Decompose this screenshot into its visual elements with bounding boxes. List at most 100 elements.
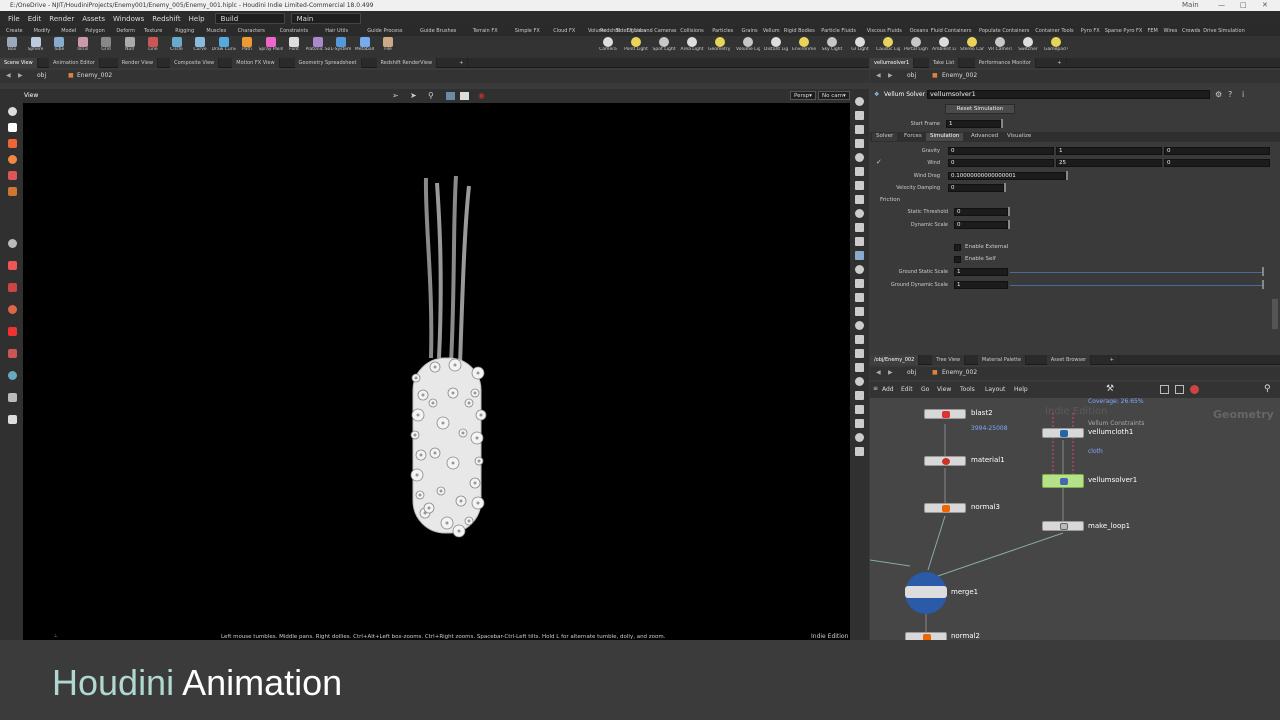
viewport-option-17-icon[interactable] <box>855 321 864 330</box>
net-menu-edit[interactable]: Edit <box>901 386 913 393</box>
tool-grid[interactable]: Grid <box>94 37 118 58</box>
tab-solver[interactable]: Solver <box>872 133 898 141</box>
brush-icon[interactable] <box>8 171 17 180</box>
wind-drag-field[interactable]: 0.10000000000000001 <box>948 172 1066 180</box>
render-icon[interactable] <box>8 415 17 424</box>
tab-composite-view[interactable]: Composite View <box>170 58 220 68</box>
static-threshold-field[interactable]: 0 <box>954 208 1008 216</box>
persp-menu[interactable]: Persp▾ <box>790 91 816 100</box>
tab-tree-view[interactable]: Tree View <box>932 355 966 365</box>
shelf-tab-vellum[interactable]: Vellum <box>761 26 782 36</box>
enable-external-checkbox[interactable] <box>954 244 961 251</box>
tool-tube[interactable]: Tube <box>47 37 71 58</box>
ground-static-field[interactable]: 1 <box>954 268 1008 276</box>
pointer-icon[interactable]: ➤ <box>410 91 417 100</box>
node-make-loop1[interactable] <box>1042 521 1084 531</box>
viewport-option-26-icon[interactable] <box>855 447 864 456</box>
ground-static-slider[interactable] <box>1010 272 1262 273</box>
move-icon[interactable] <box>8 261 17 270</box>
align-icon[interactable] <box>8 393 17 402</box>
tab-motion-fx-view[interactable]: Motion FX View <box>232 58 280 68</box>
shelf-tab-sparse-pyro-fx[interactable]: Sparse Pyro FX <box>1103 26 1145 36</box>
node-vellumsolver1[interactable] <box>1042 474 1084 488</box>
ground-static-thumb[interactable] <box>1262 267 1264 276</box>
add-tab-icon[interactable]: + <box>1053 58 1067 68</box>
viewport-option-3-icon[interactable] <box>855 125 864 134</box>
tool-curve[interactable]: Curve <box>188 37 212 58</box>
viewport-option-8-icon[interactable] <box>855 195 864 204</box>
viewport-option-4-icon[interactable] <box>855 139 864 148</box>
viewport-option-9-icon[interactable] <box>855 209 864 218</box>
shelf-tab-hair-utils[interactable]: Hair Utils <box>323 26 350 36</box>
start-frame-field[interactable]: 1 <box>946 120 1001 128</box>
select-2-icon[interactable] <box>8 123 17 132</box>
enable-self-checkbox[interactable] <box>954 256 961 263</box>
shelf-tab-container-tools[interactable]: Container Tools <box>1033 26 1075 36</box>
viewport-option-24-icon[interactable] <box>855 419 864 428</box>
close-icon[interactable]: ✕ <box>1262 0 1268 11</box>
tool-gamepad-camera[interactable]: Gamepad Camera <box>1044 37 1068 58</box>
tool-path[interactable]: Path <box>235 37 259 58</box>
record-icon[interactable]: ◉ <box>478 91 485 100</box>
viewport-option-12-icon[interactable] <box>855 251 864 260</box>
viewport-option-21-icon[interactable] <box>855 377 864 386</box>
select-tool-icon[interactable]: ➢ <box>392 91 399 100</box>
tab-geometry-spreadsheet[interactable]: Geometry Spreadsheet <box>294 58 362 68</box>
shading-icon[interactable] <box>460 92 469 100</box>
tool-platonic-solids[interactable]: Platonic Solids <box>306 37 330 58</box>
shelf-tab-crowds[interactable]: Crowds <box>1180 26 1202 36</box>
scale-icon[interactable] <box>8 305 17 314</box>
param-scrollbar[interactable] <box>1272 299 1278 329</box>
tool-point-light[interactable]: Point Light <box>624 37 648 58</box>
path-obj[interactable]: obj <box>37 72 46 79</box>
pose-icon[interactable] <box>8 187 17 196</box>
velocity-damping-slider[interactable] <box>1004 183 1006 192</box>
menu-render[interactable]: Render <box>45 15 78 23</box>
tool-gi-light[interactable]: GI Light <box>848 37 872 58</box>
tool-sphere[interactable]: Sphere <box>24 37 48 58</box>
tool-environment-light[interactable]: Environment Light <box>792 37 816 58</box>
shelf-tab-fem[interactable]: FEM <box>1146 26 1160 36</box>
net-menu-help[interactable]: Help <box>1014 386 1028 393</box>
tool-sky-light[interactable]: Sky Light <box>820 37 844 58</box>
tool-draw-curve[interactable]: Draw Curve <box>212 37 236 58</box>
param-path-obj[interactable]: obj <box>907 72 916 79</box>
path-node[interactable]: Enemy_002 <box>77 72 112 79</box>
shelf-tab-simple-fx[interactable]: Simple FX <box>513 26 542 36</box>
tool-area-light[interactable]: Area Light <box>680 37 704 58</box>
viewport-option-16-icon[interactable] <box>855 307 864 316</box>
back-icon[interactable]: ◀ <box>6 72 11 79</box>
help-icon[interactable]: ? <box>1228 90 1232 99</box>
shelf-tab-wires[interactable]: Wires <box>1162 26 1180 36</box>
shelf-tab-polygon[interactable]: Polygon <box>83 26 107 36</box>
menu-edit[interactable]: Edit <box>24 15 46 23</box>
grid-icon[interactable] <box>1160 385 1169 394</box>
node-normal3[interactable] <box>924 503 966 513</box>
info-icon[interactable]: i <box>1242 90 1244 99</box>
tool-spray-paint[interactable]: Spray Paint <box>259 37 283 58</box>
dynamic-scale-slider[interactable] <box>1008 220 1010 229</box>
ground-dynamic-thumb[interactable] <box>1262 280 1264 289</box>
tool-vr-camera[interactable]: VR Camera <box>988 37 1012 58</box>
start-frame-slider[interactable] <box>1001 119 1003 128</box>
tab-scene-view[interactable]: Scene View <box>0 58 38 68</box>
gravity-y-field[interactable]: 1 <box>1056 147 1162 155</box>
tool-ambient-light[interactable]: Ambient Light <box>932 37 956 58</box>
shelf-tab-collisions[interactable]: Collisions <box>678 26 706 36</box>
shelf-tab-drive-simulation[interactable]: Drive Simulation <box>1201 26 1247 36</box>
shelf-tab-lights-and-cameras[interactable]: Lights and Cameras <box>625 26 679 36</box>
shelf-tab-characters[interactable]: Characters <box>236 26 267 36</box>
tool-torus[interactable]: Torus <box>71 37 95 58</box>
ground-dynamic-field[interactable]: 1 <box>954 281 1008 289</box>
tab-asset-browser[interactable]: Asset Browser <box>1046 355 1092 365</box>
tool-metaball[interactable]: Metaball <box>353 37 377 58</box>
tool-stereo-camera[interactable]: Stereo Camera <box>960 37 984 58</box>
viewport-option-5-icon[interactable] <box>855 153 864 162</box>
tool-line[interactable]: Line <box>141 37 165 58</box>
tab-obj-enemy-002[interactable]: /obj/Enemy_002 <box>870 355 920 365</box>
paint-icon[interactable] <box>8 155 17 164</box>
snap-icon[interactable]: ⚲ <box>428 91 434 100</box>
tool-portal-light[interactable]: Portal Light <box>904 37 928 58</box>
viewport-option-22-icon[interactable] <box>855 391 864 400</box>
gravity-x-field[interactable]: 0 <box>948 147 1054 155</box>
